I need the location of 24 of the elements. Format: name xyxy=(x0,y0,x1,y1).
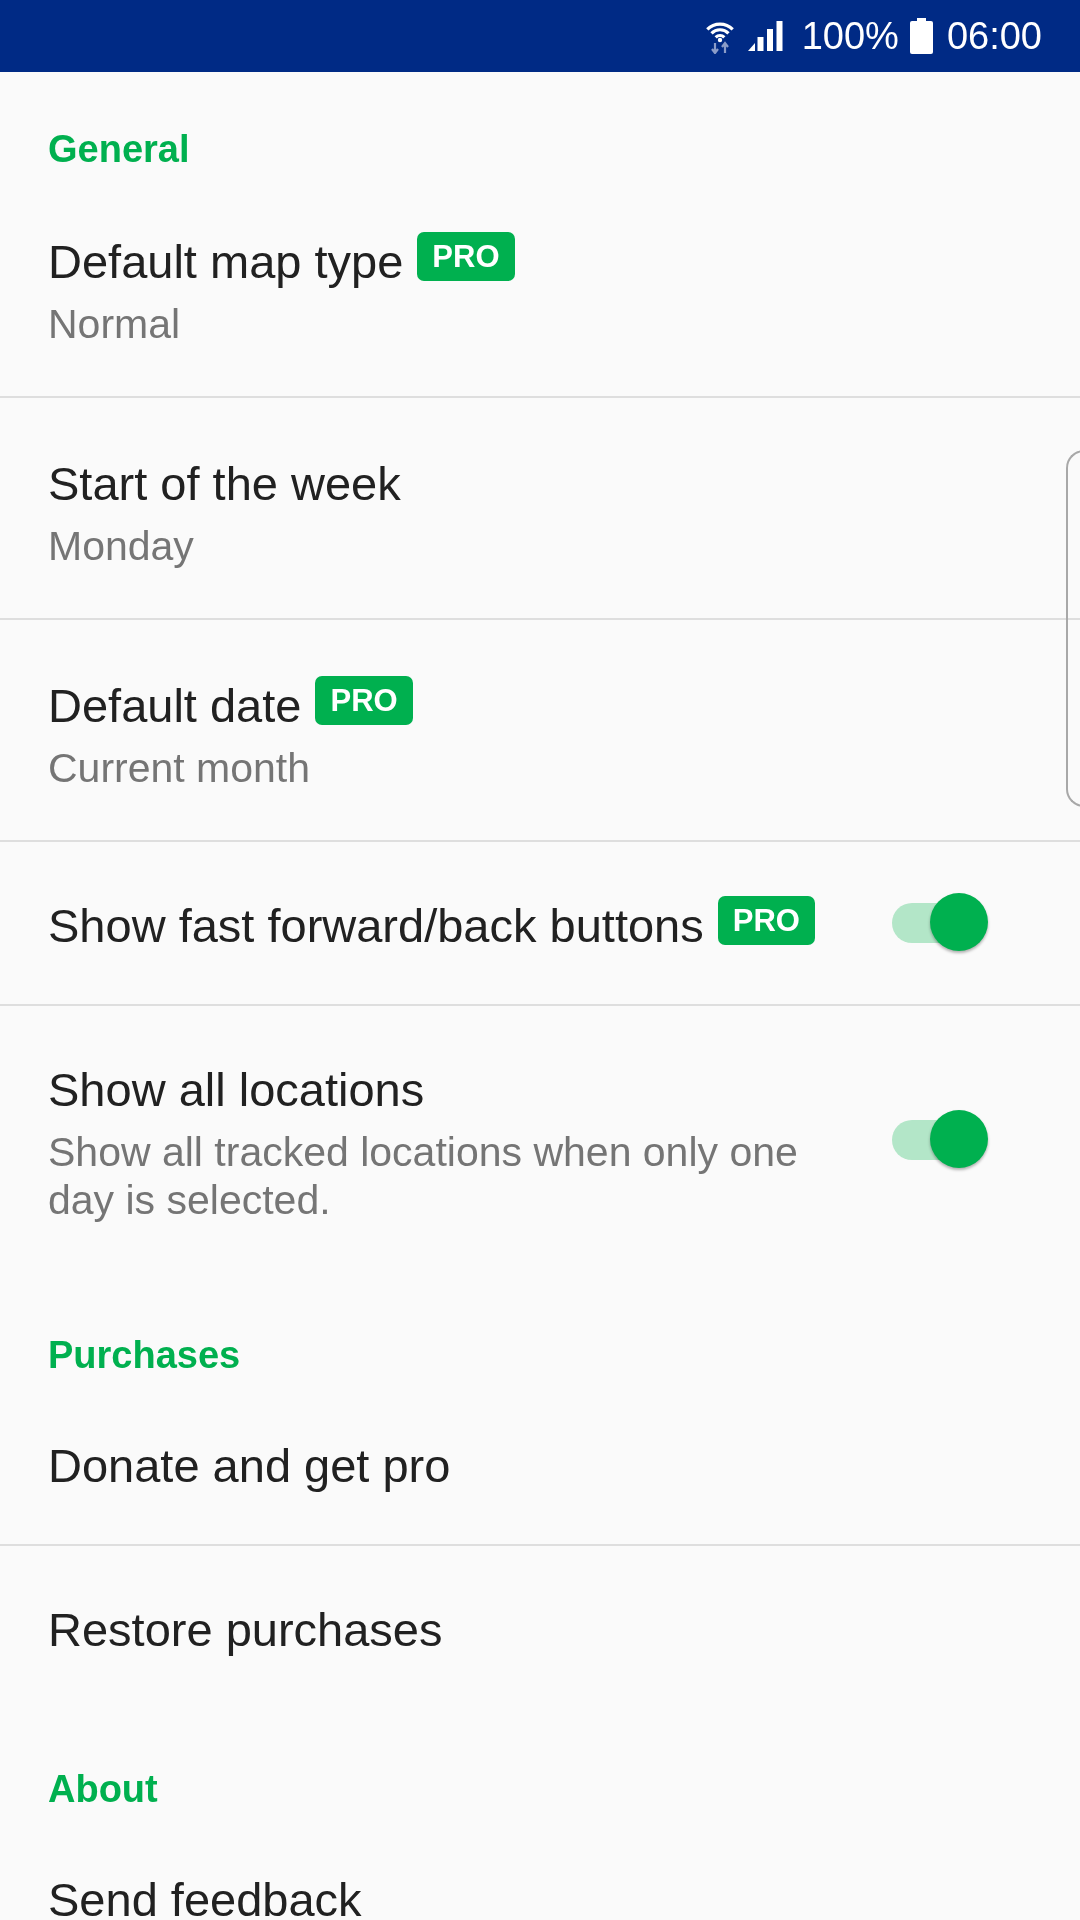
signal-icon xyxy=(747,21,783,51)
setting-title[interactable]: Default map type xyxy=(48,231,404,293)
setting-title[interactable]: Donate and get pro xyxy=(48,1435,451,1497)
toggle-switch[interactable] xyxy=(892,893,988,953)
setting-title: Show all locations xyxy=(48,1062,425,1118)
battery-percent: 100% xyxy=(801,14,899,58)
pro-badge: PRO xyxy=(417,231,515,281)
section-header: General xyxy=(48,128,190,170)
setting-title[interactable]: Send feedback xyxy=(48,1869,362,1920)
pro-badge: PRO xyxy=(717,895,815,945)
setting-value: Current month xyxy=(48,745,311,791)
setting-value: Monday xyxy=(48,523,194,569)
setting-value: Normal xyxy=(48,301,181,347)
section-header: About xyxy=(48,1768,158,1810)
status-time: 06:00 xyxy=(946,14,1042,58)
setting-title: Show fast forward/back buttons xyxy=(48,898,704,954)
section-header: Purchases xyxy=(48,1334,241,1376)
pro-badge: PRO xyxy=(315,675,413,725)
setting-summary: Show all tracked locations when only one day is selected. xyxy=(48,1128,799,1224)
battery-icon xyxy=(909,18,933,54)
setting-title[interactable]: Default date xyxy=(48,675,302,737)
toggle-switch[interactable] xyxy=(892,1110,988,1170)
setting-title[interactable]: Restore purchases xyxy=(48,1599,443,1661)
setting-title[interactable]: Start of the week xyxy=(48,453,401,515)
